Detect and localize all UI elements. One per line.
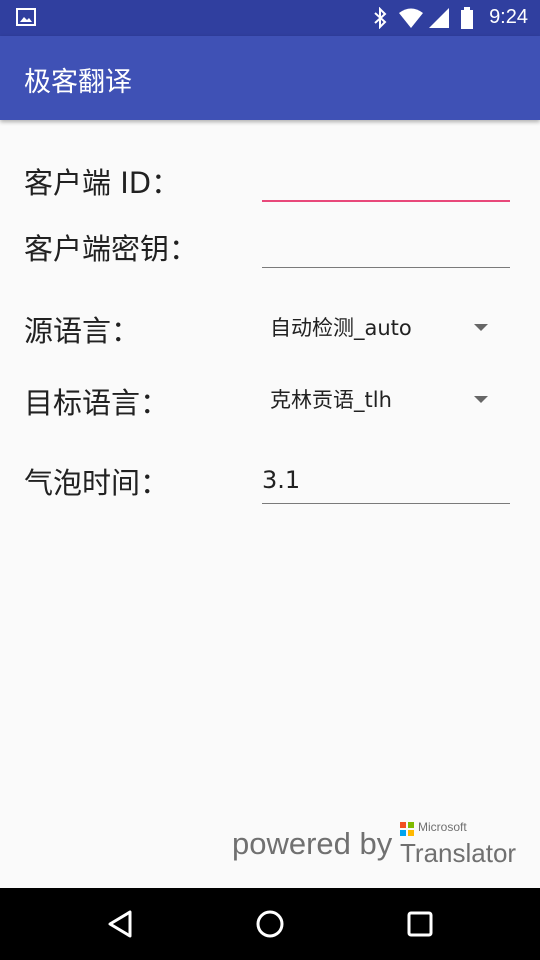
microsoft-logo-icon bbox=[400, 822, 414, 836]
client-secret-label: 客户端密钥： bbox=[24, 232, 199, 266]
source-language-value: 自动检测_auto bbox=[270, 316, 412, 340]
recents-icon[interactable] bbox=[396, 900, 444, 948]
source-language-label: 源语言： bbox=[24, 314, 141, 348]
target-language-label: 目标语言： bbox=[24, 386, 170, 420]
bluetooth-icon bbox=[374, 7, 387, 29]
back-icon[interactable] bbox=[96, 900, 144, 948]
microsoft-brand-text: Microsoft bbox=[418, 820, 467, 834]
bubble-time-input[interactable]: 3.1 bbox=[262, 462, 510, 504]
status-bar: 9:24 bbox=[0, 0, 540, 36]
bubble-time-label: 气泡时间： bbox=[24, 466, 170, 500]
bubble-time-value: 3.1 bbox=[262, 466, 301, 494]
wifi-icon bbox=[399, 8, 423, 28]
status-time: 9:24 bbox=[489, 6, 528, 28]
dropdown-arrow-icon bbox=[474, 396, 488, 403]
client-secret-input[interactable] bbox=[262, 228, 510, 268]
client-id-label: 客户端 ID： bbox=[24, 166, 181, 200]
powered-by-text: powered by bbox=[232, 826, 393, 861]
client-id-underline bbox=[262, 200, 510, 202]
cell-signal-icon bbox=[429, 8, 449, 28]
bubble-time-underline bbox=[262, 503, 510, 504]
battery-icon bbox=[461, 7, 473, 29]
dropdown-arrow-icon bbox=[474, 324, 488, 331]
home-icon[interactable] bbox=[246, 900, 294, 948]
target-language-value: 克林贡语_tlh bbox=[270, 388, 392, 412]
client-id-input[interactable] bbox=[262, 160, 510, 202]
app-bar: 极客翻译 bbox=[0, 36, 540, 120]
target-language-select[interactable]: 克林贡语_tlh bbox=[262, 378, 510, 422]
source-language-select[interactable]: 自动检测_auto bbox=[262, 306, 510, 350]
image-notification-icon bbox=[16, 8, 36, 26]
navigation-bar bbox=[0, 888, 540, 960]
translator-product-text: Translator bbox=[400, 838, 517, 868]
app-title: 极客翻译 bbox=[24, 67, 132, 98]
client-secret-underline bbox=[262, 267, 510, 268]
